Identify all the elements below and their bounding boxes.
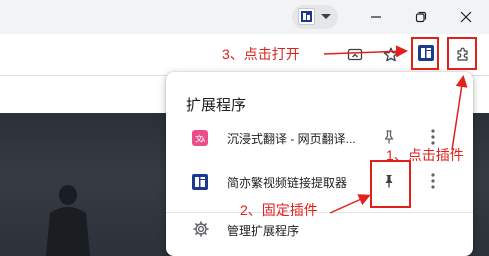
minimize-icon bbox=[371, 16, 381, 18]
title-bar bbox=[0, 0, 489, 34]
person-silhouette bbox=[46, 185, 90, 256]
profile-avatar-icon bbox=[298, 8, 315, 25]
cast-icon[interactable] bbox=[346, 46, 364, 64]
restore-icon bbox=[415, 11, 427, 23]
highlight-extensions-button bbox=[447, 37, 477, 70]
more-vertical-icon[interactable] bbox=[428, 171, 438, 191]
manage-extensions-item[interactable]: 管理扩展程序 bbox=[166, 215, 473, 245]
close-icon bbox=[460, 11, 472, 23]
annotation-step-3: 3、点击打开 bbox=[222, 46, 300, 62]
profile-button[interactable] bbox=[292, 5, 338, 29]
star-icon[interactable] bbox=[382, 46, 400, 64]
highlight-pin-button bbox=[370, 160, 411, 208]
gear-icon bbox=[193, 221, 209, 237]
chevron-down-icon bbox=[321, 14, 331, 19]
minimize-button[interactable] bbox=[353, 0, 399, 34]
divider bbox=[166, 212, 473, 213]
video-link-extractor-icon bbox=[192, 174, 208, 190]
immersive-translate-icon: 文 A bbox=[192, 130, 208, 146]
annotation-step-2: 2、固定插件 bbox=[240, 202, 318, 218]
restore-button[interactable] bbox=[398, 0, 444, 34]
extension-name: 简亦繁视频链接提取器 bbox=[227, 176, 348, 190]
popup-title: 扩展程序 bbox=[186, 97, 247, 114]
close-button[interactable] bbox=[443, 0, 489, 34]
annotation-step-1: 1、点击插件 bbox=[386, 147, 464, 163]
highlight-pinned-extension bbox=[411, 37, 439, 70]
extension-name: 沉浸式翻译 - 网页翻译... bbox=[227, 132, 356, 146]
manage-extensions-label: 管理扩展程序 bbox=[227, 224, 300, 238]
extension-row-video-link-extractor[interactable]: 简亦繁视频链接提取器 bbox=[166, 164, 473, 200]
more-vertical-icon[interactable] bbox=[428, 127, 438, 147]
pin-icon[interactable] bbox=[380, 128, 398, 146]
